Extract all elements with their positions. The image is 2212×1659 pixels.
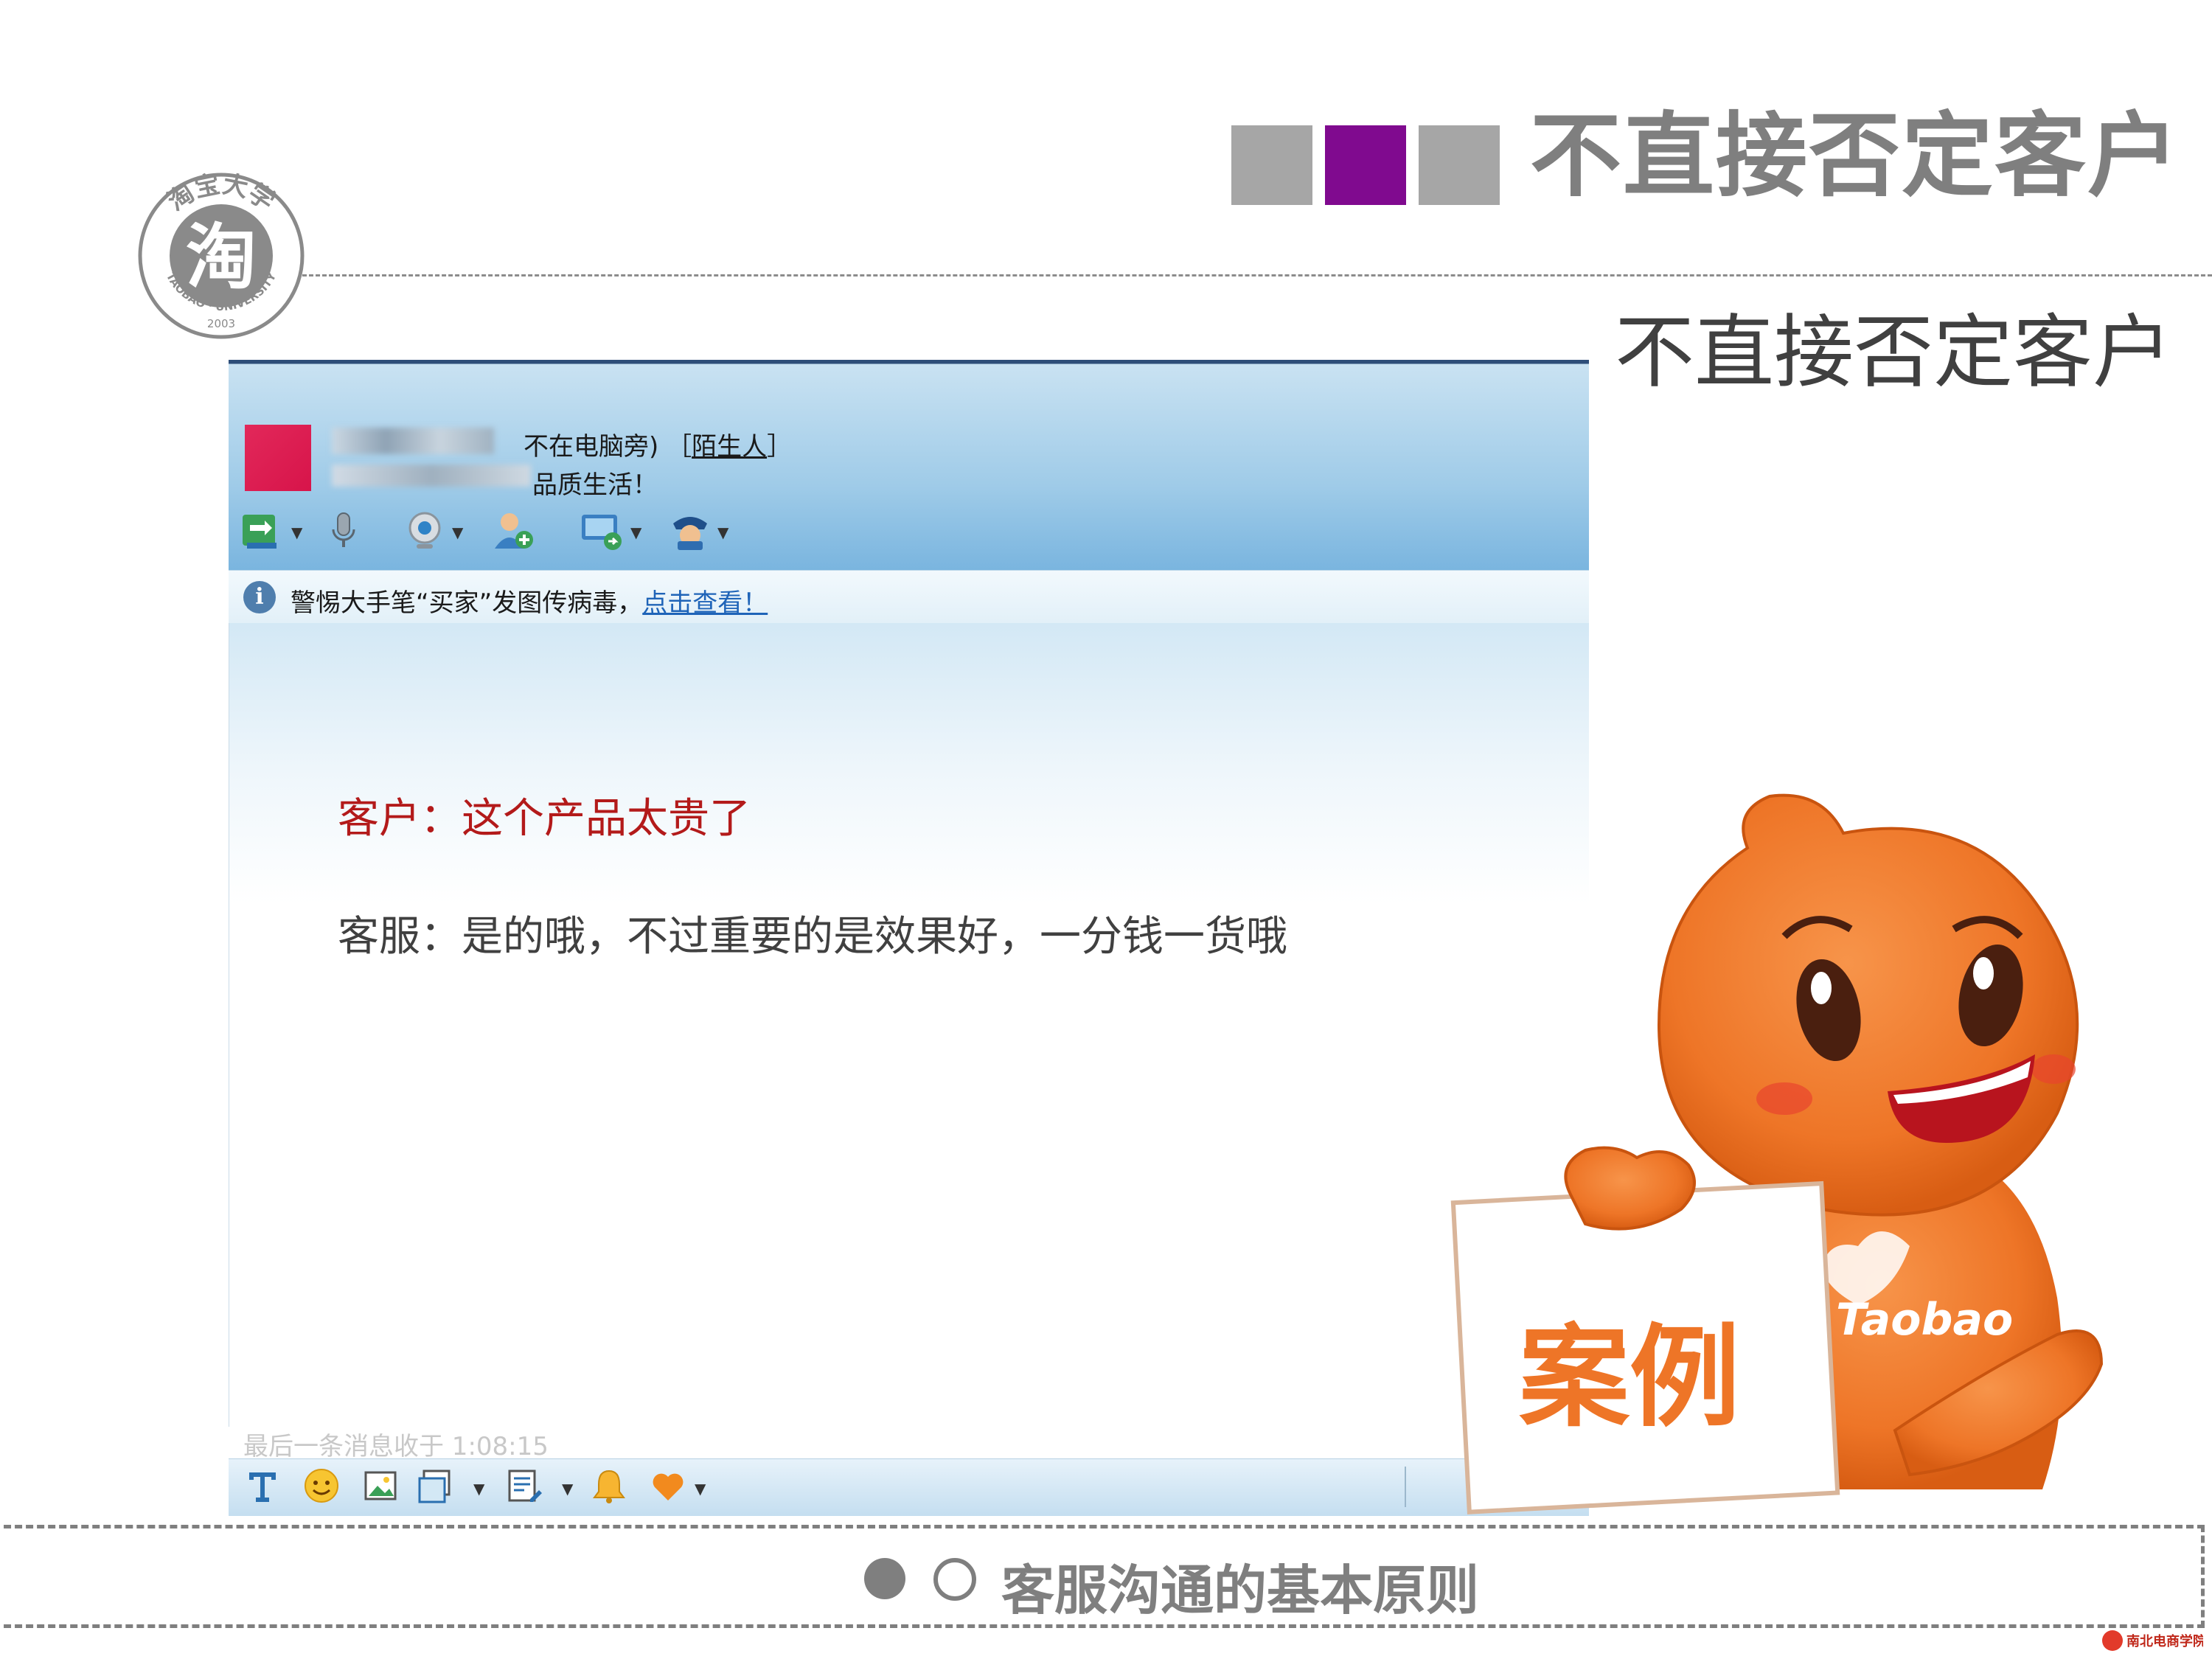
corner-brand-logo: 南北电商学院 xyxy=(2100,1628,2206,1653)
notice-text: 警惕大手笔“买家”发图传病毒， xyxy=(291,588,643,618)
screenshot-icon[interactable] xyxy=(417,1467,455,1505)
footer-bullet-hollow xyxy=(933,1558,976,1601)
security-notice-bar: i 警惕大手笔“买家”发图传病毒，点击查看！ xyxy=(229,570,1589,625)
image-icon[interactable] xyxy=(361,1467,400,1505)
video-dropdown-arrow[interactable]: ▼ xyxy=(452,524,463,541)
voice-call-icon[interactable] xyxy=(321,507,366,553)
contact-status: 不在电脑旁) ［陌生人］ xyxy=(524,432,793,462)
message-customer: 客户：这个产品太贵了 xyxy=(338,795,751,843)
header-square-3 xyxy=(1419,125,1500,205)
section-subtitle: 不直接否定客户 xyxy=(1615,307,2173,399)
contact-name-blurred xyxy=(332,428,494,454)
header-divider xyxy=(302,274,2212,276)
footer-section-title: 客服沟通的基本原则 xyxy=(1001,1559,1480,1621)
quick-phrase-icon[interactable] xyxy=(505,1467,543,1505)
font-icon[interactable] xyxy=(243,1467,282,1505)
chat-header: 不在电脑旁) ［陌生人］ 品质生活！ ▼ ▼ ▼ ▼ xyxy=(229,360,1589,570)
remote-assist-icon[interactable] xyxy=(579,507,625,553)
message-service: 客服：是的哦，不过重要的是效果好，一分钱一货哦 xyxy=(338,913,1287,961)
contact-signature: 品质生活！ xyxy=(532,470,658,500)
relation-link[interactable]: 陌生人 xyxy=(692,432,767,462)
toolbar-divider xyxy=(1405,1467,1406,1507)
mascot-shirt-text: Taobao xyxy=(1836,1294,2013,1346)
notice-link[interactable]: 点击查看！ xyxy=(642,588,768,618)
corner-logo-text: 南北电商学院 xyxy=(2126,1633,2203,1649)
mascot-illustration-icon: Taobao 案例 xyxy=(1450,793,2104,1514)
seal-year: 2003 xyxy=(207,317,235,330)
contact-signature-blurred xyxy=(332,465,531,487)
taobao-mascot: Taobao 案例 xyxy=(1438,752,2138,1519)
seal-center-char: 淘 xyxy=(186,216,257,299)
header-square-2 xyxy=(1325,125,1406,205)
heart-dropdown-arrow[interactable]: ▼ xyxy=(695,1480,706,1498)
security-guard-icon[interactable] xyxy=(667,507,713,553)
input-toolbar: ▼ ▼ ▼ xyxy=(229,1458,1589,1516)
transfer-file-icon[interactable] xyxy=(240,507,285,553)
contact-avatar[interactable] xyxy=(245,425,311,491)
page-title: 不直接否定客户 xyxy=(1530,103,2181,209)
video-camera-icon[interactable] xyxy=(402,507,448,553)
chat-window: 不在电脑旁) ［陌生人］ 品质生活！ ▼ ▼ ▼ ▼ i 警惕大手笔“买家”发图… xyxy=(229,360,1589,1516)
info-icon: i xyxy=(243,581,276,613)
phrase-dropdown-arrow[interactable]: ▼ xyxy=(562,1480,573,1498)
shake-icon[interactable] xyxy=(590,1467,628,1505)
remote-dropdown-arrow[interactable]: ▼ xyxy=(630,524,641,541)
message-area: 客户：这个产品太贵了 客服：是的哦，不过重要的是效果好，一分钱一货哦 xyxy=(229,623,1589,1427)
screenshot-dropdown-arrow[interactable]: ▼ xyxy=(473,1480,484,1498)
transfer-dropdown-arrow[interactable]: ▼ xyxy=(291,524,302,541)
footer-bullet-filled xyxy=(864,1558,905,1599)
seal-icon: 淘 淘宝大学 TAOBAO · UNIVERSITY 2003 xyxy=(138,170,305,339)
header-square-1 xyxy=(1231,125,1312,205)
taobao-university-seal: 淘 淘宝大学 TAOBAO · UNIVERSITY 2003 xyxy=(136,170,306,341)
last-message-info: 最后一条消息收于 1:08:15 xyxy=(243,1432,549,1461)
add-contact-icon[interactable] xyxy=(490,507,536,553)
security-dropdown-arrow[interactable]: ▼ xyxy=(717,524,728,541)
sign-text: 案例 xyxy=(1519,1314,1740,1442)
heart-icon[interactable] xyxy=(649,1467,687,1505)
emoji-icon[interactable] xyxy=(302,1467,341,1505)
status-text: 不在电脑旁) xyxy=(524,432,659,462)
